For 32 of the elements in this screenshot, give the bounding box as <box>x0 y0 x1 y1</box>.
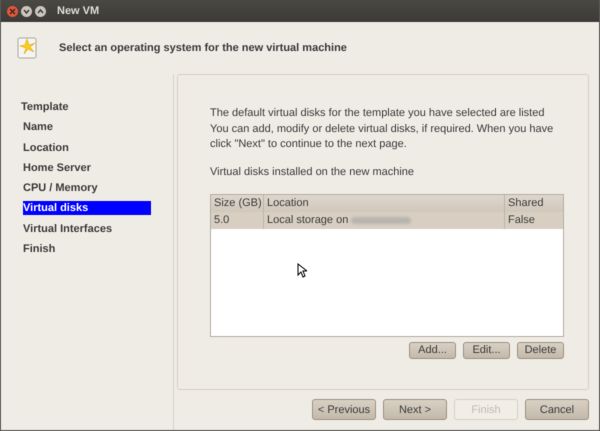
sidebar-item[interactable]: Virtual disks <box>23 201 151 216</box>
table-action-button[interactable]: Add... <box>409 342 456 358</box>
table-cell-text: 5.0 <box>213 212 230 228</box>
table-action-button[interactable]: Delete <box>517 342 564 358</box>
sidebar-item[interactable]: Virtual Interfaces <box>23 222 151 236</box>
table-action-button[interactable]: Edit... <box>463 342 510 358</box>
maximize-button[interactable] <box>35 6 46 16</box>
window-title: New VM <box>57 5 100 17</box>
wizard-button[interactable]: Next > <box>383 399 447 420</box>
chevron-down-icon <box>23 8 30 14</box>
sidebar-item[interactable]: Home Server <box>23 160 151 175</box>
sidebar-item[interactable]: Location <box>23 140 151 155</box>
wizard-button[interactable]: Cancel <box>525 399 589 420</box>
wizard-button[interactable]: < Previous <box>312 399 376 420</box>
sidebar-item[interactable]: CPU / Memory <box>23 181 151 196</box>
redacted-text-icon <box>351 216 412 224</box>
page-heading: Select an operating system for the new virtual machine <box>59 42 347 54</box>
column-header[interactable]: Size (GB) <box>211 194 263 212</box>
chevron-up-icon <box>37 8 44 14</box>
table-row[interactable]: 5.0 Local storage on False <box>211 212 563 228</box>
table-cell-text: Local storage on <box>267 212 348 228</box>
sidebar-item[interactable]: Template <box>21 100 68 114</box>
description-text: The default virtual disks for the template you have selected are listed You can add, modify or delete virtual disks, if required. When you have click "Next" to continue to the next page. <box>210 106 554 152</box>
close-icon <box>9 8 16 14</box>
sidebar-item[interactable]: Name <box>23 120 151 134</box>
table-caption: Virtual disks installed on the new machine <box>210 166 416 178</box>
sidebar-item[interactable]: Finish <box>23 242 151 256</box>
table-cell: False <box>504 212 563 228</box>
close-button[interactable] <box>7 6 18 16</box>
minimize-button[interactable] <box>21 6 32 16</box>
mouse-cursor-icon <box>297 263 307 278</box>
new-document-icon <box>17 36 39 60</box>
